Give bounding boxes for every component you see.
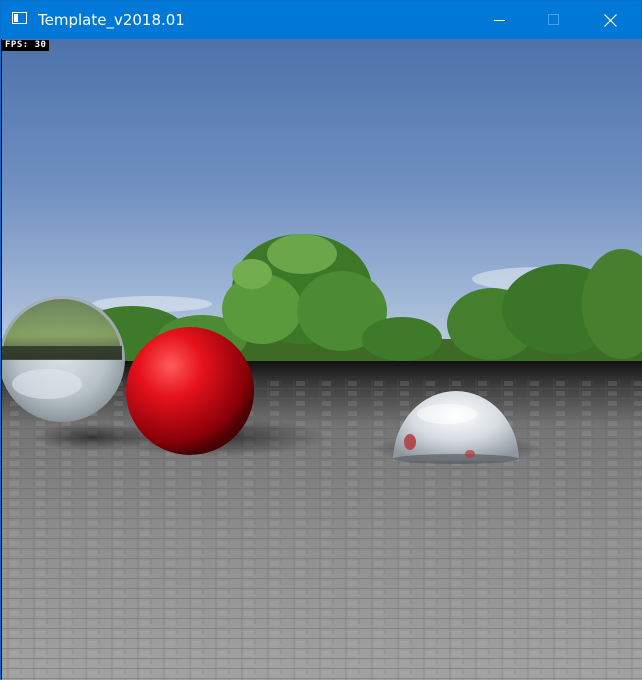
glass-sphere-shadow [32, 423, 152, 451]
minimize-icon [494, 20, 505, 21]
window-title: Template_v2018.01 [38, 11, 185, 29]
app-icon [12, 12, 27, 24]
red-sphere [126, 327, 254, 455]
close-icon [603, 13, 617, 27]
maximize-icon [548, 14, 559, 25]
app-window: Template_v2018.01 FPS: 30 [0, 0, 642, 680]
minimize-button[interactable] [477, 1, 523, 39]
render-viewport[interactable] [2, 39, 642, 680]
glass-sphere [2, 296, 125, 422]
maximize-button[interactable] [531, 1, 577, 39]
fps-counter: FPS: 30 [2, 40, 50, 51]
3d-scene [2, 39, 642, 680]
title-bar[interactable]: Template_v2018.01 [1, 1, 641, 39]
close-button[interactable] [587, 1, 633, 39]
